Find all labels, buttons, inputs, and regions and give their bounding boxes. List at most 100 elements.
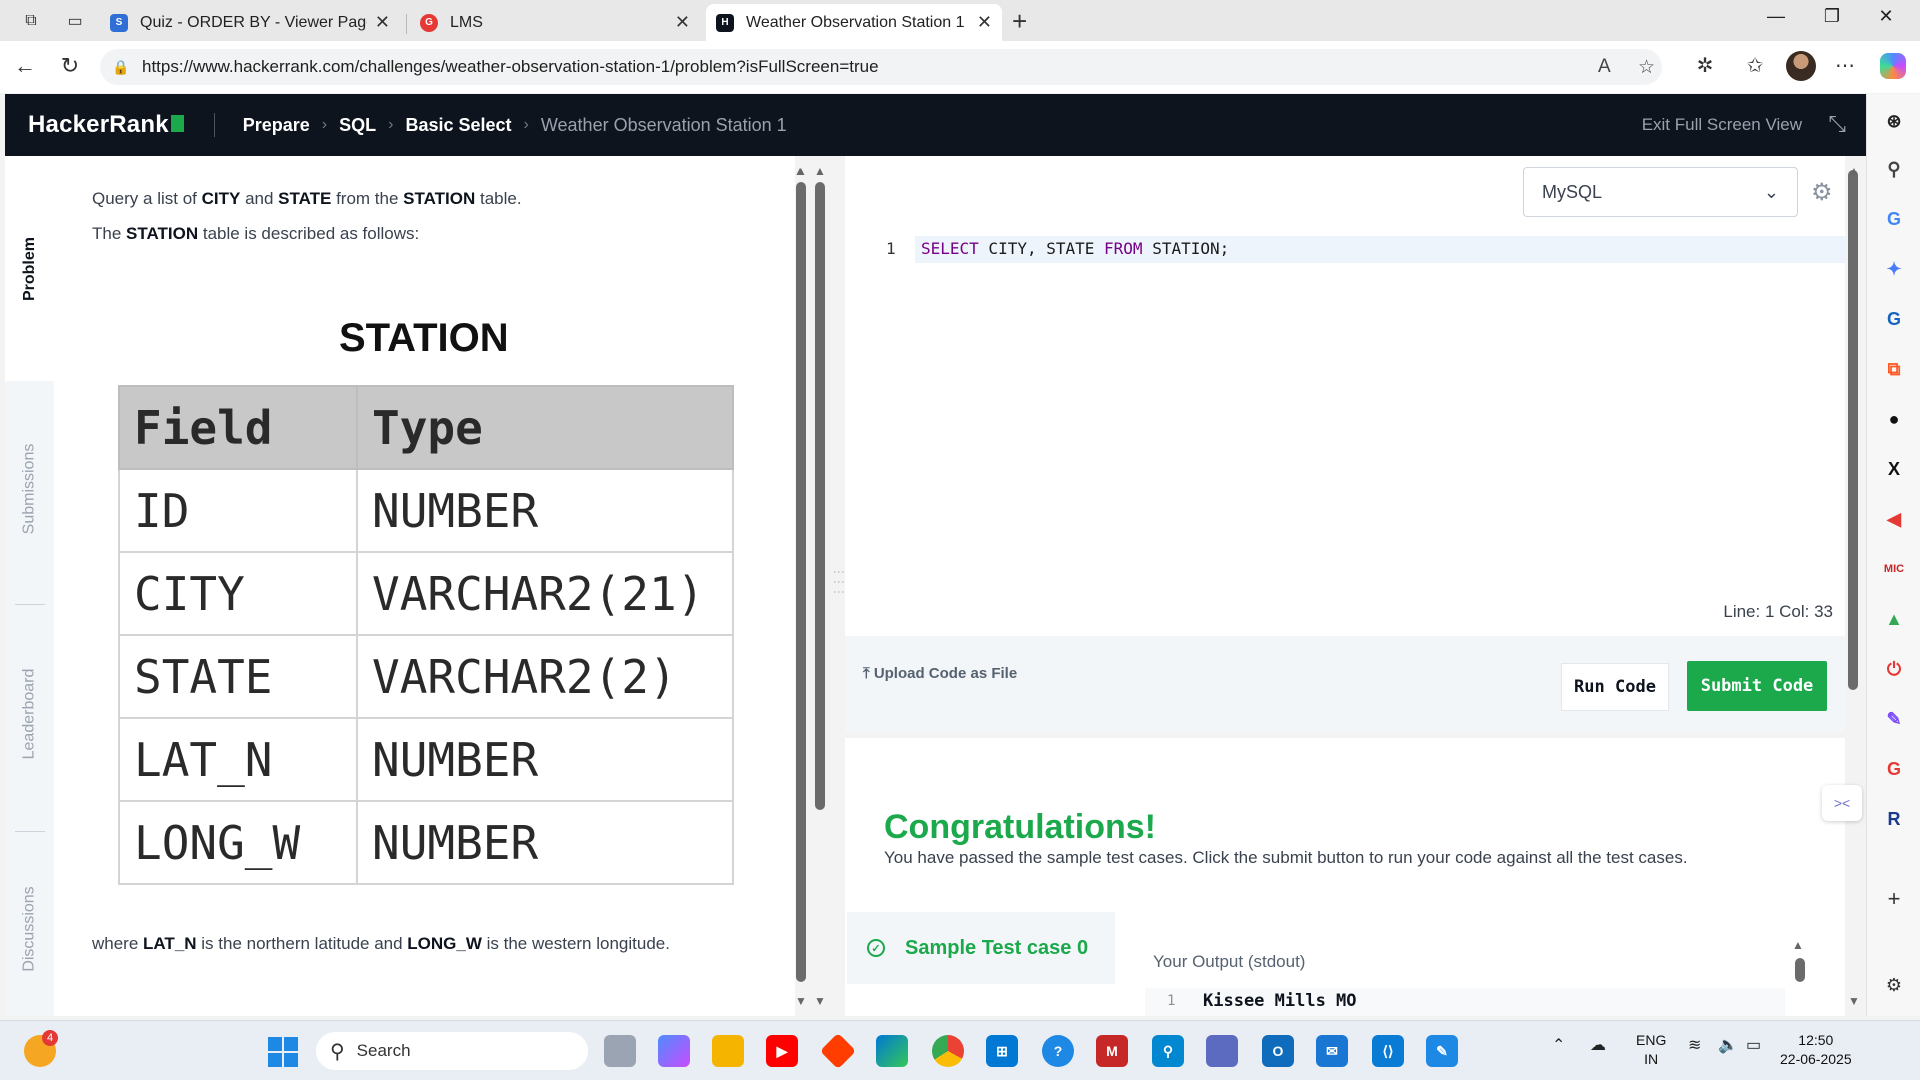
- start-button-icon[interactable]: [268, 1037, 298, 1067]
- pane-splitter-handle[interactable]: ⋮⋮⋮: [832, 566, 846, 596]
- cursor-position: Line: 1 Col: 33: [1723, 602, 1833, 621]
- language-select[interactable]: MySQL ⌄: [1523, 167, 1798, 217]
- lms-icon[interactable]: G: [1881, 756, 1907, 782]
- exit-fullscreen-link[interactable]: Exit Full Screen View: [1642, 115, 1802, 135]
- app-diamond-icon[interactable]: [819, 1032, 857, 1070]
- taskbar-search[interactable]: ⚲ Search: [316, 1032, 588, 1070]
- tab-submissions[interactable]: Submissions: [5, 381, 54, 596]
- read-aloud-icon[interactable]: A: [1598, 56, 1611, 78]
- breadcrumb-basic-select[interactable]: Basic Select: [405, 115, 511, 136]
- favorite-star-icon[interactable]: ☆: [1638, 56, 1655, 79]
- chrome-icon[interactable]: [932, 1035, 964, 1067]
- code-text[interactable]: SELECT CITY, STATE FROM STATION;: [921, 239, 1229, 258]
- scroll-down-icon[interactable]: ▼: [795, 994, 807, 1008]
- close-tab-icon[interactable]: ✕: [675, 12, 690, 33]
- favorites-icon[interactable]: ✩: [1740, 53, 1770, 78]
- tab-leaderboard[interactable]: Leaderboard: [5, 611, 54, 816]
- outlook-new-icon[interactable]: ✉: [1316, 1035, 1348, 1067]
- editor-settings-icon[interactable]: ⚙: [1811, 178, 1833, 207]
- x-icon[interactable]: X: [1881, 456, 1907, 482]
- close-window-icon[interactable]: ✕: [1866, 6, 1906, 27]
- restore-icon[interactable]: ❐: [1812, 6, 1852, 27]
- output-scrollbar[interactable]: [1795, 958, 1805, 982]
- ask-icon[interactable]: ◀: [1881, 506, 1907, 532]
- copilot-icon[interactable]: [1880, 53, 1906, 79]
- sidebar-settings-icon[interactable]: ⚙: [1881, 972, 1907, 998]
- browser-tab-quiz[interactable]: S Quiz - ORDER BY - Viewer Page | I ✕: [100, 4, 400, 41]
- problem-scrollbar[interactable]: [795, 182, 807, 1000]
- back-icon[interactable]: ←: [10, 53, 40, 79]
- browser-tab-hackerrank[interactable]: H Weather Observation Station 1 | H ✕: [706, 4, 1002, 41]
- more-menu-icon[interactable]: ⋯: [1830, 53, 1860, 78]
- search-icon[interactable]: ⚲: [1881, 156, 1907, 182]
- scroll-down-icon[interactable]: ▼: [814, 994, 826, 1008]
- github-icon[interactable]: ●: [1881, 406, 1907, 432]
- breadcrumb-prepare[interactable]: Prepare: [243, 115, 310, 136]
- extensions-icon[interactable]: ✲: [1690, 53, 1720, 78]
- url-text[interactable]: https://www.hackerrank.com/challenges/we…: [142, 57, 879, 77]
- mcafee-icon[interactable]: M: [1096, 1035, 1128, 1067]
- breadcrumb-sql[interactable]: SQL: [339, 115, 376, 136]
- code-editor[interactable]: MySQL ⌄ ⚙ 1 SELECT CITY, STATE FROM STAT…: [845, 156, 1845, 636]
- new-tab-icon[interactable]: +: [1012, 6, 1027, 37]
- sample-test-case-tab[interactable]: ✓ Sample Test case 0: [847, 912, 1115, 984]
- edge-icon[interactable]: [876, 1035, 908, 1067]
- problem-scrollbar-secondary[interactable]: [814, 182, 826, 1000]
- editor-scrollbar[interactable]: [1848, 170, 1858, 690]
- grammarly-icon[interactable]: G: [1881, 306, 1907, 332]
- google-drive-icon[interactable]: ▲: [1881, 606, 1907, 632]
- submit-code-button[interactable]: Submit Code: [1687, 661, 1827, 711]
- power-icon[interactable]: ⏻: [1881, 656, 1907, 682]
- file-explorer-icon[interactable]: [712, 1035, 744, 1067]
- scroll-up-icon[interactable]: ▲: [1848, 164, 1860, 178]
- flow-icon[interactable]: ⧉: [1881, 356, 1907, 382]
- youtube-icon[interactable]: ▶: [766, 1035, 798, 1067]
- scroll-up-icon[interactable]: ▲: [1792, 938, 1804, 952]
- wifi-icon[interactable]: ≋: [1688, 1035, 1701, 1055]
- maps-icon[interactable]: ⚲: [1152, 1035, 1184, 1067]
- battery-icon[interactable]: ▭: [1746, 1035, 1761, 1055]
- outlook-icon[interactable]: O: [1262, 1035, 1294, 1067]
- add-sidebar-icon[interactable]: +: [1881, 886, 1907, 912]
- r-icon[interactable]: R: [1881, 806, 1907, 832]
- scroll-down-icon[interactable]: ▼: [1848, 994, 1860, 1008]
- chatgpt-icon[interactable]: ⊛: [1881, 108, 1907, 134]
- mic-icon[interactable]: MIC: [1881, 556, 1907, 582]
- profile-avatar[interactable]: [1786, 51, 1816, 81]
- scroll-up-icon[interactable]: ▲: [814, 164, 826, 178]
- scroll-up-icon[interactable]: ▲: [795, 164, 807, 178]
- site-info-icon[interactable]: 🔒: [112, 59, 132, 76]
- tab-discussions[interactable]: Discussions: [5, 841, 54, 1016]
- brush-icon[interactable]: ✎: [1881, 706, 1907, 732]
- windows-taskbar: 4 ⚲ Search ▶ ⊞ ? M ⚲ O ✉ ⟨⟩ ✎ ⌃ ☁ ENG IN ≋…: [0, 1020, 1920, 1080]
- show-hidden-icons[interactable]: ⌃: [1552, 1035, 1565, 1055]
- table-header-row: Field Type: [118, 385, 734, 470]
- system-clock[interactable]: 12:50 22-06-2025: [1780, 1031, 1852, 1069]
- paint-icon[interactable]: ✎: [1426, 1035, 1458, 1067]
- refresh-icon[interactable]: ↻: [55, 53, 85, 79]
- floating-widget-icon[interactable]: ><: [1822, 785, 1862, 821]
- task-view-icon[interactable]: [604, 1035, 636, 1067]
- input-language[interactable]: ENG IN: [1636, 1031, 1666, 1069]
- exit-fullscreen-icon[interactable]: ⤡: [1828, 111, 1846, 137]
- close-tab-icon[interactable]: ✕: [375, 12, 390, 33]
- address-bar[interactable]: 🔒 https://www.hackerrank.com/challenges/…: [100, 49, 1662, 85]
- onedrive-icon[interactable]: ☁: [1590, 1035, 1606, 1055]
- close-tab-icon[interactable]: ✕: [977, 12, 992, 33]
- hackerrank-logo[interactable]: HackerRank: [28, 111, 184, 139]
- vscode-icon[interactable]: ⟨⟩: [1372, 1035, 1404, 1067]
- help-icon[interactable]: ?: [1042, 1035, 1074, 1067]
- gemini-icon[interactable]: ✦: [1881, 256, 1907, 282]
- tab-problem[interactable]: Problem: [5, 156, 54, 381]
- app-hexagon-icon[interactable]: [1206, 1035, 1238, 1067]
- tab-actions-icon[interactable]: ▭: [62, 8, 88, 34]
- browser-tab-lms[interactable]: G LMS ✕: [410, 4, 700, 41]
- store-icon[interactable]: ⊞: [986, 1035, 1018, 1067]
- copilot-app-icon[interactable]: [658, 1035, 690, 1067]
- upload-code-button[interactable]: ⤒ Upload Code as File: [863, 665, 1017, 682]
- run-code-button[interactable]: Run Code: [1561, 663, 1669, 711]
- workspaces-icon[interactable]: ⧉: [18, 8, 44, 34]
- minimize-icon[interactable]: —: [1756, 6, 1796, 27]
- google-icon[interactable]: G: [1881, 206, 1907, 232]
- volume-icon[interactable]: 🔈: [1718, 1035, 1738, 1055]
